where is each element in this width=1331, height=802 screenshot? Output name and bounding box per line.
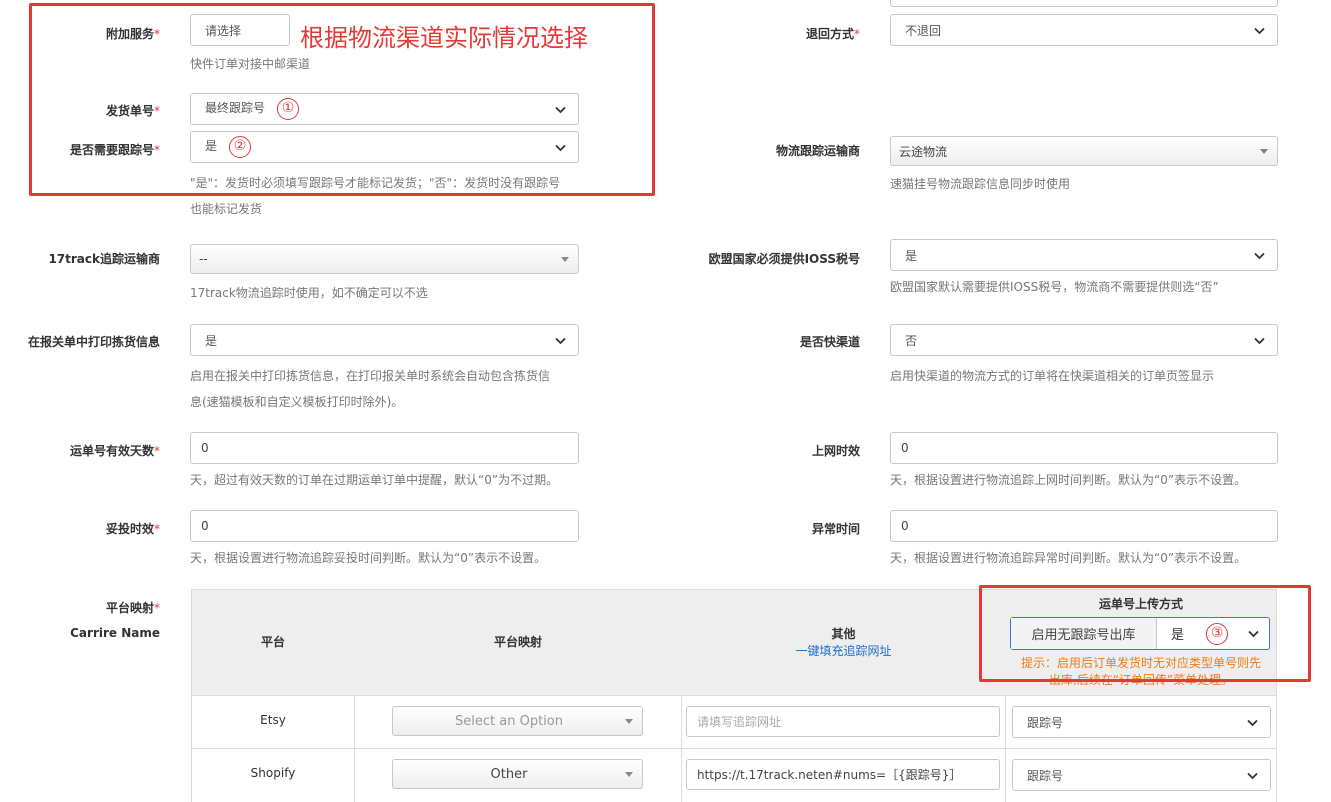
track17-value: --	[199, 252, 208, 266]
print-picking-value: 是	[205, 333, 218, 348]
row-shopify-upload-value: 跟踪号	[1027, 768, 1064, 783]
abnormal-time-input[interactable]: 0	[890, 510, 1278, 542]
track17-select[interactable]: --	[190, 244, 579, 274]
caret-down-icon	[625, 718, 633, 724]
carrier-label: 物流跟踪运输商	[775, 144, 860, 158]
print-picking-hint-2: 息(速猫模板和自定义模板打印时除外)。	[190, 395, 404, 409]
track17-label: 17track追踪运输商	[48, 252, 160, 266]
chevron-down-icon	[1254, 335, 1265, 346]
print-picking-select[interactable]: 是	[190, 324, 579, 356]
valid-days-value: 0	[201, 441, 209, 455]
platform-map-sublabel: Carrire Name	[70, 626, 160, 640]
row-etsy-url-input[interactable]: 请填写追踪网址	[686, 706, 1000, 737]
platform-map-label: 平台映射*	[105, 601, 160, 615]
row-etsy-mapping-value: Select an Option	[455, 713, 563, 729]
row-etsy-platform: Etsy	[260, 713, 286, 727]
fill-tracking-url-link[interactable]: 一键填充追踪网址	[682, 642, 1005, 659]
row-etsy-mapping-select[interactable]: Select an Option	[392, 706, 643, 736]
return-value: 不退回	[905, 23, 942, 38]
row-etsy-url-placeholder: 请填写追踪网址	[697, 715, 782, 729]
fast-channel-value: 否	[905, 333, 918, 348]
col-divider-1	[354, 696, 355, 802]
col-mapping: 平台映射	[493, 635, 542, 649]
ioss-hint: 欧盟国家默认需要提供IOSS税号，物流商不需要提供则选“否”	[890, 280, 1219, 294]
online-time-label: 上网时效	[811, 444, 860, 458]
row-shopify-platform: Shopify	[250, 766, 296, 780]
row-shopify-mapping-select[interactable]: Other	[392, 759, 643, 789]
top-cut-field	[890, 0, 1278, 7]
valid-days-input[interactable]: 0	[190, 432, 579, 464]
track17-hint: 17track物流追踪时使用，如不确定可以不选	[190, 286, 428, 300]
abnormal-time-label: 异常时间	[811, 522, 860, 536]
print-picking-label: 在报关单中打印拣货信息	[27, 335, 160, 349]
ioss-value: 是	[905, 248, 918, 263]
ioss-label: 欧盟国家必须提供IOSS税号	[708, 252, 860, 266]
annotation-frame-right	[979, 585, 1311, 682]
col-other: 其他	[831, 627, 856, 641]
online-time-input[interactable]: 0	[890, 432, 1278, 464]
need-tracking-hint-2: 也能标记发货	[190, 202, 263, 216]
return-label: 退回方式*	[805, 27, 860, 41]
abnormal-time-hint: 天，根据设置进行物流追踪异常时间判断。默认为“0”表示不设置。	[890, 551, 1247, 565]
caret-down-icon	[561, 256, 569, 262]
carrier-select[interactable]: 云途物流	[890, 136, 1278, 166]
row-shopify-url-input[interactable]: https://t.17track.neten#nums=［{跟踪号}］	[686, 759, 1000, 790]
print-picking-hint-1: 启用在报关中打印拣货信息，在打印报关单时系统会自动包含拣货信	[190, 369, 551, 383]
chevron-down-icon	[1247, 717, 1258, 728]
col-platform: 平台	[260, 635, 285, 649]
online-time-value: 0	[901, 441, 909, 455]
fast-channel-select[interactable]: 否	[890, 324, 1278, 356]
col-divider-2	[681, 696, 682, 802]
chevron-down-icon	[1254, 25, 1265, 36]
return-select[interactable]: 不退回	[890, 14, 1278, 46]
online-time-hint: 天，根据设置进行物流追踪上网时间判断。默认为“0”表示不设置。	[890, 473, 1247, 487]
row-shopify-url-value: https://t.17track.neten#nums=［{跟踪号}］	[697, 768, 962, 782]
delivery-time-input[interactable]: 0	[190, 510, 579, 542]
table-left-border	[191, 696, 192, 802]
fast-channel-hint: 启用快渠道的物流方式的订单将在快渠道相关的订单页签显示	[890, 369, 1215, 383]
row-shopify-mapping-value: Other	[490, 766, 528, 782]
delivery-time-value: 0	[201, 519, 209, 533]
annotation-frame-left	[29, 3, 655, 196]
valid-days-label: 运单号有效天数*	[69, 444, 160, 458]
col-divider-3	[1005, 696, 1006, 802]
valid-days-hint: 天，超过有效天数的订单在过期运单订单中提醒，默认“0”为不过期。	[190, 473, 559, 487]
abnormal-time-value: 0	[901, 519, 909, 533]
carrier-value: 云途物流	[899, 144, 948, 159]
row-etsy-upload-value: 跟踪号	[1027, 715, 1064, 730]
delivery-time-hint: 天，根据设置进行物流追踪妥投时间判断。默认为“0”表示不设置。	[190, 551, 547, 565]
chevron-down-icon	[1254, 250, 1265, 261]
chevron-down-icon	[555, 335, 566, 346]
carrier-hint: 速猫挂号物流跟踪信息同步时使用	[890, 177, 1071, 191]
row-etsy-upload-select[interactable]: 跟踪号	[1012, 706, 1271, 738]
ioss-select[interactable]: 是	[890, 239, 1278, 271]
row-shopify-upload-select[interactable]: 跟踪号	[1012, 759, 1271, 791]
caret-down-icon	[1260, 148, 1268, 154]
caret-down-icon	[625, 771, 633, 777]
table-right-border	[1276, 696, 1277, 802]
delivery-time-label: 妥投时效*	[105, 522, 160, 536]
fast-channel-label: 是否快渠道	[799, 335, 860, 349]
chevron-down-icon	[1247, 770, 1258, 781]
